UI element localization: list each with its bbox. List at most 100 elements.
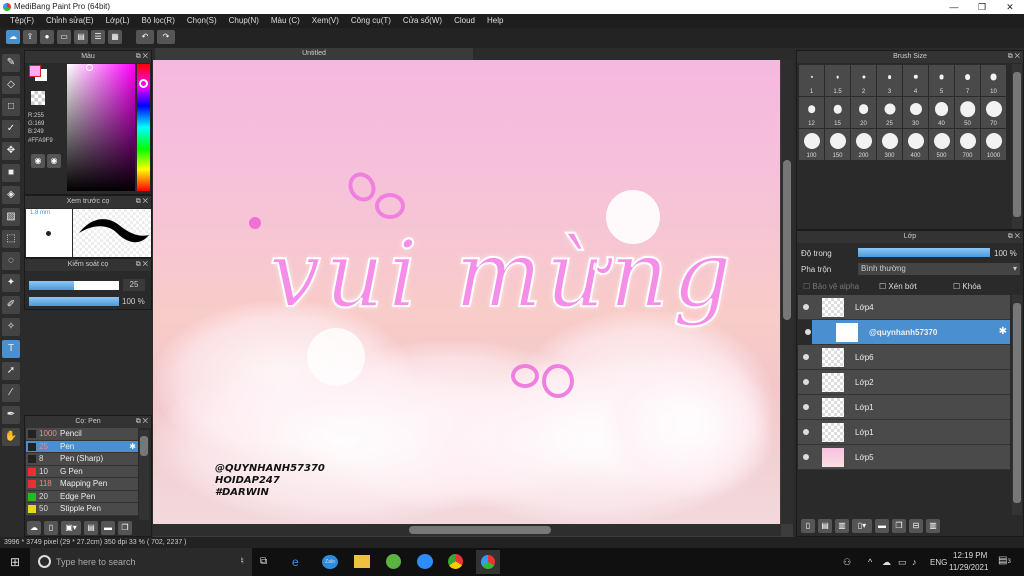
brush-size-cell[interactable]: 150 [825, 129, 850, 160]
brush-size-cell[interactable]: 3 [877, 65, 902, 96]
visibility-eye-icon[interactable] [803, 404, 809, 410]
undo-button[interactable]: ↶ [136, 30, 154, 44]
brush-size-cell[interactable]: 100 [799, 129, 824, 160]
tab-untitled[interactable]: Untitled [155, 48, 473, 60]
eraser-icon[interactable]: ◇ [2, 76, 20, 94]
visibility-eye-icon[interactable] [803, 454, 809, 460]
layer-row[interactable]: Lớp1 [798, 395, 1010, 420]
menu-edit[interactable]: Chỉnh sửa(E) [40, 14, 100, 28]
menu-view[interactable]: Xem(V) [306, 14, 345, 28]
brush-size-cell[interactable]: 30 [903, 97, 928, 128]
menu-color[interactable]: Màu (C) [265, 14, 306, 28]
eyedropper-icon[interactable]: ⁄ [2, 384, 20, 402]
gear-icon[interactable]: ✱ [999, 326, 1007, 338]
layer-row[interactable]: Lớp6 [798, 345, 1010, 370]
chrome-icon[interactable] [448, 554, 463, 569]
close-button[interactable]: ✕ [996, 0, 1024, 14]
canvas[interactable]: vui mừng @QUYNHANH57370 HOIDAP247 #DARWI… [153, 60, 780, 524]
brush-size-cell[interactable]: 200 [851, 129, 876, 160]
panel-icon[interactable]: ☰ [91, 30, 105, 44]
visibility-eye-icon[interactable] [803, 354, 809, 360]
visibility-eye-icon[interactable] [803, 304, 809, 310]
brush-size-cell[interactable]: 20 [851, 97, 876, 128]
panel-close-icon[interactable]: ⧉ ✕ [136, 416, 148, 428]
brush-item[interactable]: 8 Pen (Sharp) [26, 453, 138, 466]
layer-row[interactable]: Lớp2 [798, 370, 1010, 395]
brush-item[interactable]: 118 Mapping Pen [26, 478, 138, 491]
lasso-icon[interactable]: ◌ [2, 252, 20, 270]
visibility-eye-icon[interactable] [803, 379, 809, 385]
zalo-icon[interactable]: Zalo [322, 555, 338, 569]
monitor-icon[interactable]: ▭ [57, 30, 71, 44]
clock-time[interactable]: 12:19 PM [953, 551, 987, 561]
layer-row[interactable]: Lớp1 [798, 420, 1010, 445]
add-layer-menu-icon[interactable]: ▯▾ [852, 519, 872, 533]
windows-start-icon[interactable]: ⊞ [10, 556, 20, 568]
volume-icon[interactable]: ♪ [912, 556, 917, 568]
layer-scrollbar[interactable] [1012, 295, 1022, 515]
folder-icon[interactable]: ▬ [875, 519, 889, 533]
brush-icon[interactable]: ✎ [2, 54, 20, 72]
menu-layer[interactable]: Lớp(L) [100, 14, 136, 28]
panel-close-icon[interactable]: ⧉ ✕ [136, 259, 148, 271]
share-icon[interactable]: ⇪ [23, 30, 37, 44]
duplicate-layer-icon[interactable]: ❐ [892, 519, 906, 533]
brush-size-scrollbar[interactable] [1012, 64, 1022, 229]
bucket-icon[interactable]: ◈ [2, 186, 20, 204]
visibility-eye-icon[interactable] [803, 429, 809, 435]
brush-list-scrollbar[interactable] [139, 430, 149, 520]
rectangle-icon[interactable]: □ [2, 98, 20, 116]
new-8bit-layer-icon[interactable]: ▥ [835, 519, 849, 533]
lock-checkbox[interactable]: ☐ Khóa [953, 282, 981, 291]
gradient-icon[interactable]: ▨ [2, 208, 20, 226]
menu-snap[interactable]: Chụp(N) [223, 14, 265, 28]
folder-icon[interactable]: ▬ [101, 521, 115, 535]
language-indicator[interactable]: ENG [930, 557, 947, 569]
layer-row[interactable]: Lớp4 [798, 295, 1010, 320]
fill-rect-icon[interactable]: ■ [2, 164, 20, 182]
brush-item[interactable]: 20 Edge Pen [26, 490, 138, 503]
saturation-value-picker[interactable] [67, 64, 135, 191]
app-icon[interactable] [386, 554, 401, 569]
new-halftone-layer-icon[interactable]: ▤ [818, 519, 832, 533]
panel-close-icon[interactable]: ⧉ ✕ [136, 196, 148, 208]
hand-icon[interactable]: ✋ [2, 428, 20, 446]
hue-cursor[interactable] [139, 79, 148, 88]
trash-icon[interactable]: ▥ [926, 519, 940, 533]
select-eraser-icon[interactable]: ✧ [2, 318, 20, 336]
clock-date[interactable]: 11/29/2021 [949, 563, 988, 573]
brush-opacity-slider[interactable] [29, 297, 119, 306]
select-rect-icon[interactable]: ⬚ [2, 230, 20, 248]
zoom-icon[interactable] [417, 554, 433, 569]
brush-size-cell[interactable]: 25 [877, 97, 902, 128]
palette-cloud-icon[interactable]: ◉ [47, 154, 61, 168]
menu-help[interactable]: Help [481, 14, 509, 28]
minimize-button[interactable]: — [940, 0, 968, 14]
grid-icon[interactable]: ▦ [108, 30, 122, 44]
brush-size-cell[interactable]: 1 [799, 65, 824, 96]
brush-size-cell[interactable]: 70 [981, 97, 1006, 128]
duplicate-icon[interactable]: ❐ [118, 521, 132, 535]
panel-close-icon[interactable]: ⧉ ✕ [136, 51, 148, 63]
cloud-brush-icon[interactable]: ☁ [27, 521, 41, 535]
network-icon[interactable]: ▭ [898, 556, 907, 568]
onedrive-icon[interactable]: ☁ [882, 556, 891, 568]
brush-item[interactable]: 10 G Pen [26, 465, 138, 478]
menu-file[interactable]: Tệp(F) [4, 14, 40, 28]
merge-layer-icon[interactable]: ⊟ [909, 519, 923, 533]
menu-filter[interactable]: Bộ lọc(R) [136, 14, 181, 28]
brush-item[interactable]: 25 Pen ✱ [26, 440, 138, 453]
text-icon[interactable]: T [2, 340, 20, 358]
search-box[interactable]: Type here to search ♮ [30, 548, 252, 576]
brush-size-cell[interactable]: 12 [799, 97, 824, 128]
horizontal-scrollbar[interactable] [153, 524, 781, 536]
gear-icon[interactable]: ✱ [129, 441, 136, 453]
page-icon[interactable]: ▤ [74, 30, 88, 44]
layer-row[interactable]: @quynhanh57370 ✱ [805, 320, 1010, 345]
brush-settings-icon[interactable]: ▤ [84, 521, 98, 535]
maximize-button[interactable]: ❐ [968, 0, 996, 14]
pen-icon[interactable]: ✒ [2, 406, 20, 424]
transparent-swatch[interactable] [31, 91, 45, 105]
brush-size-cell[interactable]: 1000 [981, 129, 1006, 160]
brush-size-cell[interactable]: 500 [929, 129, 954, 160]
